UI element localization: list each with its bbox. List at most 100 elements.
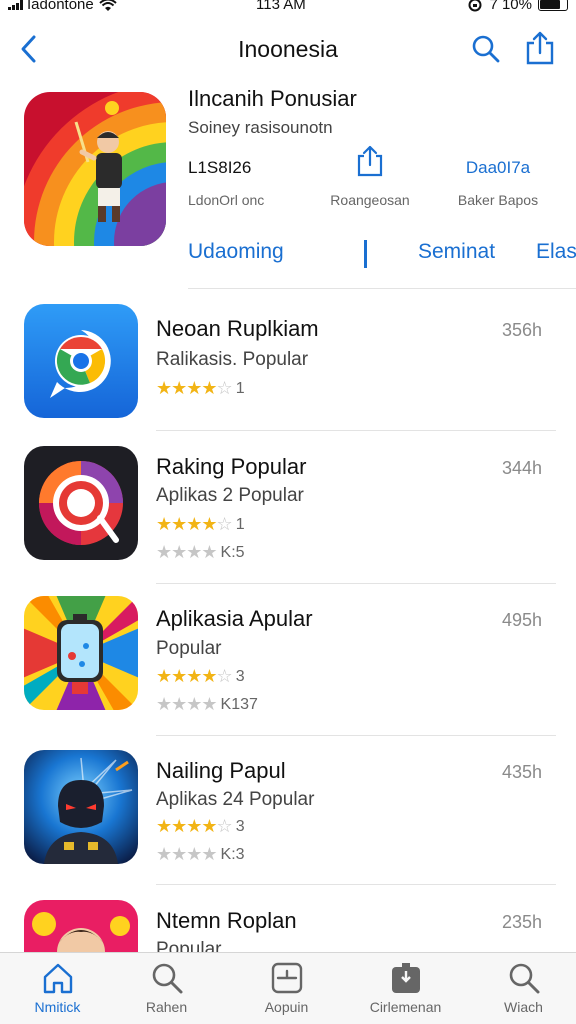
featured-app-subtitle: Soiney rasisounotn (188, 118, 333, 137)
star-icons: ★★★★ (156, 514, 218, 534)
app-icon-rainbow (24, 596, 138, 710)
tab-watch[interactable]: Wiach (466, 953, 576, 1024)
battery-percent: 7 10% (489, 0, 532, 13)
app-name: Aplikasia Apular (156, 606, 313, 631)
action-elas[interactable]: Elas (536, 240, 576, 264)
stat-developer-value: Daa0I7a (465, 158, 531, 177)
star-rating: ★★★★ ☆ 1 (156, 378, 245, 399)
app-icon-chrome (24, 304, 138, 418)
stat-rating-value: L1S8I26 (188, 158, 252, 177)
nav-bar: Inoonesia (0, 28, 576, 72)
list-item[interactable]: Nailing Papul 435h Aplikas 24 Popular ★★… (0, 738, 576, 888)
app-subtitle: Aplikas 2 Popular (156, 485, 304, 506)
app-size: 344h (502, 458, 543, 478)
featured-app-icon[interactable] (24, 92, 166, 246)
tab-label: Wiach (504, 999, 543, 1015)
search-icon (509, 963, 539, 994)
tab-home[interactable]: Nmitick (0, 953, 115, 1024)
stat-share-value (322, 145, 418, 178)
app-subtitle: Popular (156, 939, 222, 952)
carrier-info: Iadontone (8, 0, 118, 13)
stat-developer: Daa0I7a Baker Bapos (452, 152, 544, 208)
star-empty-icon: ☆ (216, 666, 233, 686)
app-size: 495h (502, 610, 543, 630)
star-rating: ★★★★ ☆ 3 (156, 816, 245, 837)
tab-apps[interactable]: Aopuin (229, 953, 344, 1024)
app-name: Raking Popular (156, 454, 307, 479)
updates-icon (391, 963, 420, 993)
rating-count: K:5 (220, 543, 245, 561)
rating-count: K:3 (220, 845, 245, 863)
app-size: 435h (502, 762, 543, 782)
battery-icon (538, 0, 568, 11)
featured-actions: Udaoming Seminat Elas (188, 238, 576, 272)
share-button[interactable] (524, 30, 556, 66)
tab-label: Cirlemenan (369, 999, 442, 1015)
star-empty-icons: ★★★★ (156, 542, 218, 562)
stat-rating: L1S8I26 LdonOrl onc (188, 152, 264, 208)
list-item[interactable]: Neoan Ruplkiam 356h Ralikasis. Popular ★… (0, 292, 576, 442)
apps-icon (271, 962, 302, 994)
status-right: 7 10% (467, 0, 568, 13)
tab-label: Rahen (145, 999, 188, 1015)
star-empty-icons: ★★★★ (156, 844, 218, 864)
tab-search[interactable]: Rahen (109, 953, 224, 1024)
rating-count: 3 (235, 667, 245, 685)
divider (156, 430, 556, 431)
stat-developer-label: Baker Bapos (457, 192, 539, 208)
tab-bar: Nmitick Rahen Aopuin Cirlemenan Wiach (0, 952, 576, 1024)
home-icon (43, 963, 72, 994)
star-empty-icon: ☆ (216, 378, 233, 398)
action-divider (364, 240, 367, 268)
star-empty-icon: ☆ (216, 816, 233, 836)
rating-count: 3 (235, 817, 245, 835)
rating-count: 1 (235, 515, 245, 533)
tab-label: Nmitick (34, 999, 81, 1015)
action-upcoming[interactable]: Udaoming (188, 240, 284, 264)
star-icons: ★★★★ (156, 378, 218, 398)
divider (156, 583, 556, 584)
star-icons: ★★★★ (156, 666, 218, 686)
tab-label: Aopuin (264, 999, 309, 1015)
star-rating: ★★★★ ☆ 3 (156, 666, 245, 687)
app-size: 235h (502, 912, 543, 932)
stat-rating-label: LdonOrl onc (188, 192, 265, 208)
app-name: Nailing Papul (156, 758, 286, 783)
star-rating: ★★★★ ☆ 1 (156, 514, 245, 535)
wifi-icon (99, 0, 117, 11)
star-empty-icon: ☆ (216, 514, 233, 534)
app-subtitle: Popular (156, 638, 222, 659)
divider (156, 884, 556, 885)
search-button[interactable] (470, 32, 502, 66)
status-bar: Iadontone 113 AM 7 10% (0, 0, 576, 16)
list-item[interactable]: Ntemn Roplan 235h Popular (0, 888, 576, 952)
share-icon (357, 145, 383, 177)
search-icon (152, 963, 182, 994)
app-name: Ntemn Roplan (156, 908, 297, 933)
secondary-rating: ★★★★ K:5 (156, 542, 245, 563)
tab-updates[interactable]: Cirlemenan (348, 953, 463, 1024)
carrier-name: Iadontone (27, 0, 94, 13)
search-icon (472, 35, 500, 63)
app-subtitle: Aplikas 24 Popular (156, 789, 315, 810)
divider (188, 288, 576, 289)
action-seminat[interactable]: Seminat (418, 240, 495, 264)
star-empty-icons: ★★★★ (156, 694, 218, 714)
list-item[interactable]: Aplikasia Apular 495h Popular ★★★★ ☆ 3 ★★… (0, 586, 576, 736)
app-size: 356h (502, 320, 543, 340)
app-name: Neoan Ruplkiam (156, 316, 319, 341)
app-icon-avatar (24, 900, 138, 952)
app-subtitle: Ralikasis. Popular (156, 349, 309, 370)
stat-share[interactable]: Roangeosan (322, 145, 418, 208)
lock-rotation-icon (468, 0, 482, 11)
rating-count: 1 (235, 379, 245, 397)
share-icon (526, 31, 554, 65)
app-icon-circle (24, 446, 138, 560)
list-item[interactable]: Raking Popular 344h Aplikas 2 Popular ★★… (0, 434, 576, 584)
featured-app-title: Ilncanih Ponusiar (188, 86, 357, 111)
stat-share-label: Roangeosan (330, 192, 410, 208)
status-time: 113 AM (256, 0, 306, 13)
signal-icon (8, 0, 23, 10)
app-icon-hero (24, 750, 138, 864)
rating-count: K137 (220, 695, 258, 713)
